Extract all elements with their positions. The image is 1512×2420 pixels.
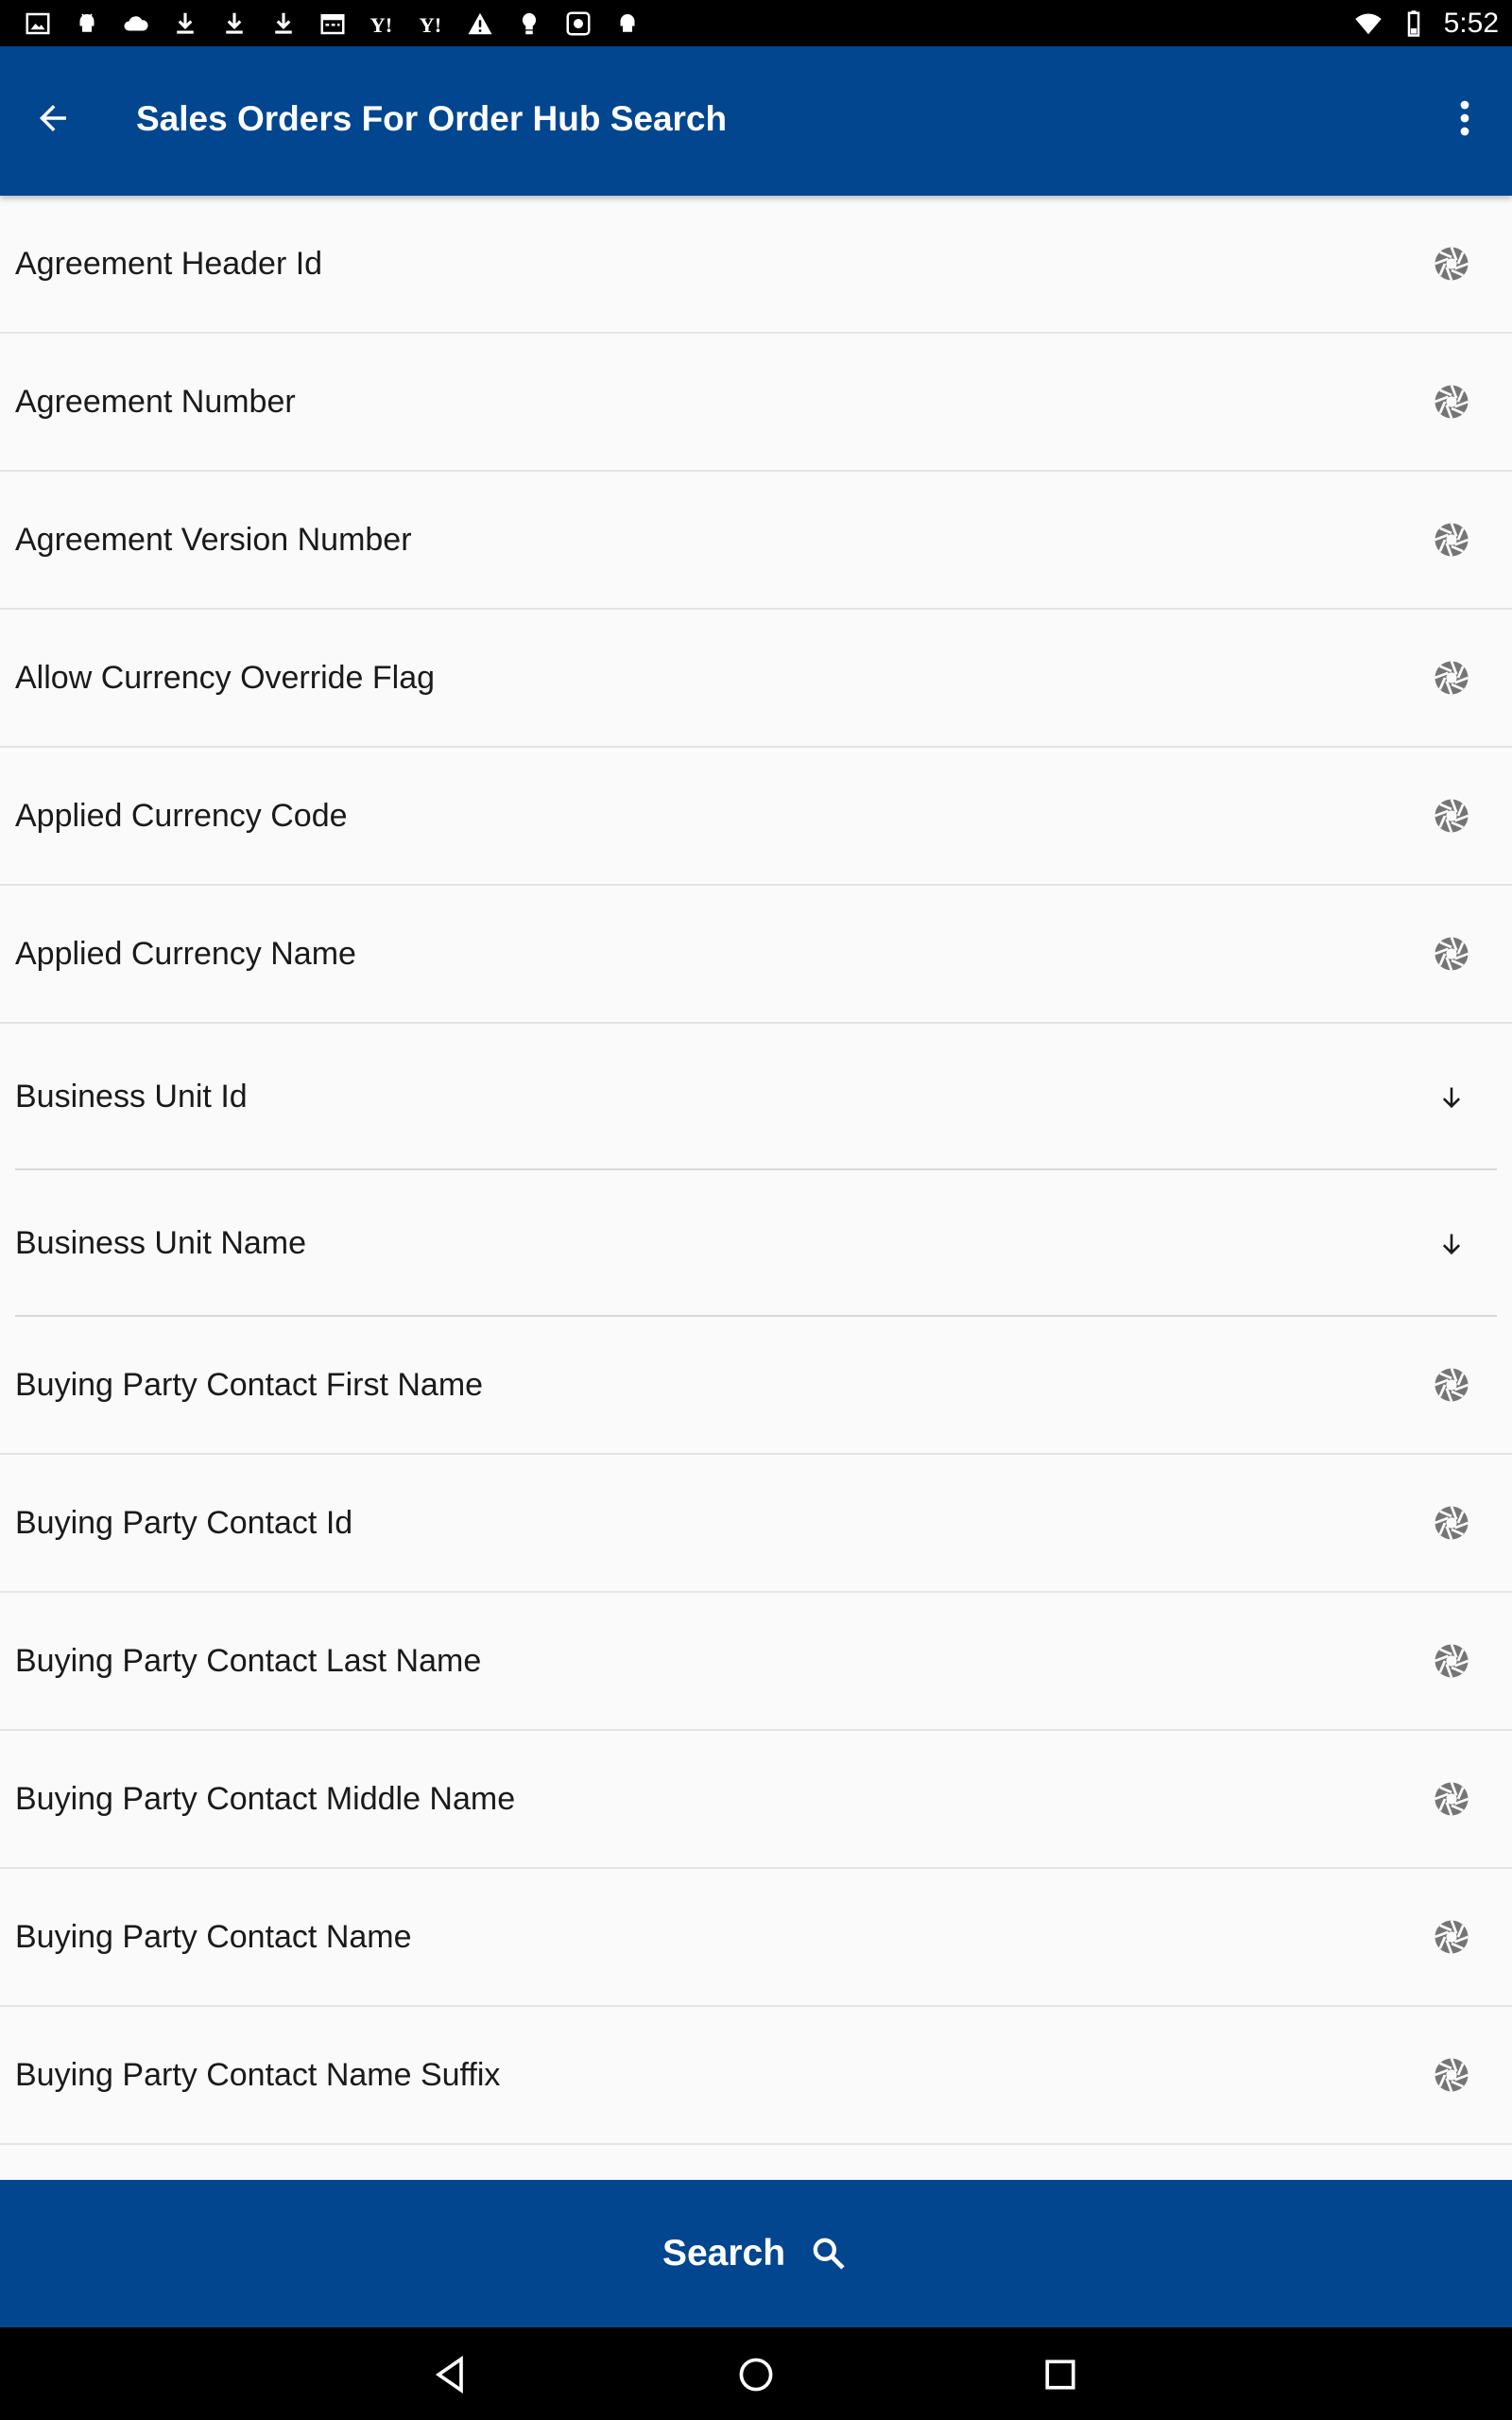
photo-icon bbox=[563, 9, 593, 38]
page-title: Sales Orders For Order Hub Search bbox=[136, 99, 728, 138]
recents-square-icon bbox=[1045, 2360, 1075, 2390]
android-icon bbox=[612, 9, 643, 38]
svg-text:Y!: Y! bbox=[370, 13, 393, 37]
field-label: Buying Party Contact Id bbox=[15, 1504, 353, 1541]
field-row-buying-party-contact-name[interactable]: Buying Party Contact Name bbox=[0, 1869, 1512, 2007]
field-label: Agreement Header Id bbox=[15, 245, 323, 282]
field-row-buying-party-contact-first-name[interactable]: Buying Party Contact First Name bbox=[0, 1317, 1512, 1455]
arrow-down-icon[interactable] bbox=[1431, 1077, 1472, 1118]
notification-icons: Y! Y! bbox=[23, 9, 643, 39]
field-row-allow-currency-override-flag[interactable]: Allow Currency Override Flag bbox=[0, 610, 1512, 748]
dropdown-business-unit-name[interactable]: Business Unit Name bbox=[0, 1170, 1512, 1317]
field-label: Buying Party Contact Last Name bbox=[15, 1642, 482, 1679]
field-label: Buying Party Contact Name Suffix bbox=[15, 2056, 501, 2093]
search-button-label: Search bbox=[662, 2233, 786, 2273]
field-label: Buying Party Contact First Name bbox=[15, 1366, 484, 1403]
app-bar: Sales Orders For Order Hub Search bbox=[0, 46, 1512, 196]
field-label: Business Unit Name bbox=[15, 1225, 307, 1261]
cloud-icon bbox=[121, 9, 151, 38]
aperture-icon[interactable] bbox=[1431, 933, 1472, 975]
back-button[interactable] bbox=[25, 90, 81, 147]
download-icon bbox=[268, 9, 299, 38]
aperture-icon[interactable] bbox=[1431, 519, 1472, 561]
home-circle-icon bbox=[739, 2358, 773, 2392]
field-row-buying-party-contact-middle-name[interactable]: Buying Party Contact Middle Name bbox=[0, 1731, 1512, 1869]
aperture-icon[interactable] bbox=[1431, 795, 1472, 837]
image-icon bbox=[23, 9, 53, 38]
field-row-agreement-header-id[interactable]: Agreement Header Id bbox=[0, 196, 1512, 334]
dropdown-business-unit-id[interactable]: Business Unit Id bbox=[0, 1024, 1512, 1170]
calendar-icon bbox=[318, 9, 348, 38]
nav-back-button[interactable] bbox=[426, 2350, 475, 2399]
yahoo-icon: Y! bbox=[367, 9, 397, 38]
overflow-menu-button[interactable] bbox=[1436, 90, 1493, 147]
aperture-icon[interactable] bbox=[1431, 243, 1472, 285]
nav-home-button[interactable] bbox=[731, 2350, 781, 2399]
arrow-back-icon bbox=[40, 105, 66, 131]
field-label: Agreement Version Number bbox=[15, 521, 412, 558]
arrow-down-icon[interactable] bbox=[1431, 1223, 1472, 1265]
aperture-icon[interactable] bbox=[1431, 657, 1472, 699]
aperture-icon[interactable] bbox=[1431, 1778, 1472, 1820]
yahoo-icon: Y! bbox=[416, 9, 446, 38]
aperture-icon[interactable] bbox=[1431, 2054, 1472, 2096]
aperture-icon[interactable] bbox=[1431, 1916, 1472, 1958]
field-row-buying-party-contact-id[interactable]: Buying Party Contact Id bbox=[0, 1455, 1512, 1593]
back-triangle-icon bbox=[435, 2356, 463, 2394]
svg-text:Y!: Y! bbox=[420, 13, 442, 37]
field-row-buying-party-contact-last-name[interactable]: Buying Party Contact Last Name bbox=[0, 1593, 1512, 1731]
search-icon bbox=[808, 2233, 850, 2274]
field-label: Applied Currency Name bbox=[15, 935, 356, 972]
field-label: Buying Party Contact Name bbox=[15, 1918, 412, 1955]
battery-icon bbox=[1399, 9, 1429, 38]
search-button[interactable]: Search bbox=[0, 2180, 1512, 2327]
field-label: Agreement Number bbox=[15, 383, 296, 420]
system-status: 5:52 bbox=[1353, 8, 1499, 40]
field-row-applied-currency-name[interactable]: Applied Currency Name bbox=[0, 886, 1512, 1024]
field-row-applied-currency-code[interactable]: Applied Currency Code bbox=[0, 748, 1512, 886]
field-row-agreement-number[interactable]: Agreement Number bbox=[0, 334, 1512, 472]
field-label: Applied Currency Code bbox=[15, 797, 348, 834]
field-label: Business Unit Id bbox=[15, 1079, 248, 1115]
more-vert-icon bbox=[1460, 100, 1469, 136]
clock: 5:52 bbox=[1443, 8, 1499, 39]
field-row-agreement-version-number[interactable]: Agreement Version Number bbox=[0, 472, 1512, 610]
status-bar: Y! Y! 5:52 bbox=[0, 0, 1512, 46]
field-label: Buying Party Contact Middle Name bbox=[15, 1780, 516, 1817]
android-icon bbox=[72, 9, 102, 38]
warning-icon bbox=[465, 9, 495, 38]
aperture-icon[interactable] bbox=[1431, 1640, 1472, 1682]
system-nav-bar bbox=[0, 2327, 1512, 2420]
aperture-icon[interactable] bbox=[1431, 381, 1472, 423]
field-label: Allow Currency Override Flag bbox=[15, 659, 436, 696]
download-icon bbox=[170, 9, 200, 38]
nav-recents-button[interactable] bbox=[1036, 2350, 1085, 2399]
field-row-buying-party-contact-name-suffix[interactable]: Buying Party Contact Name Suffix bbox=[0, 2007, 1512, 2145]
aperture-icon[interactable] bbox=[1431, 1364, 1472, 1406]
wifi-icon bbox=[1353, 9, 1383, 38]
aperture-icon[interactable] bbox=[1431, 1502, 1472, 1544]
download-icon bbox=[219, 9, 249, 38]
search-field-list: Agreement Header Id Agreement Number Agr… bbox=[0, 196, 1512, 2180]
bulb-icon bbox=[514, 9, 544, 38]
